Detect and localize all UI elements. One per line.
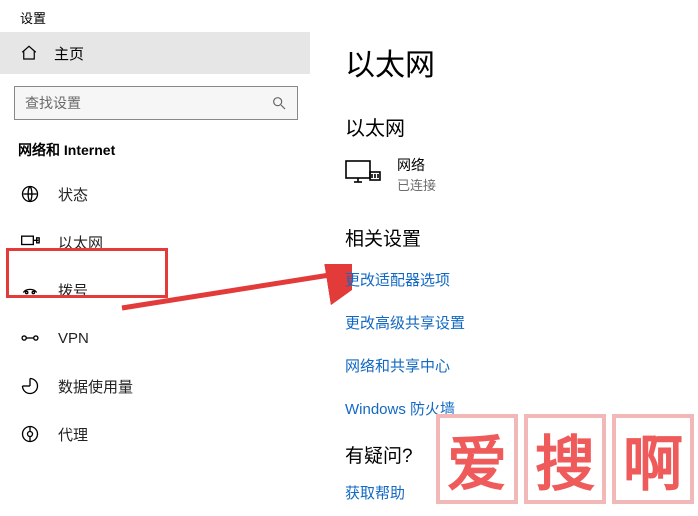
network-item[interactable]: 网络 已连接: [345, 155, 698, 194]
network-text: 网络 已连接: [397, 155, 436, 194]
page-title: 以太网: [345, 40, 698, 84]
question-heading: 有疑问?: [345, 441, 698, 468]
proxy-icon: [20, 424, 40, 444]
link-network-sharing-center[interactable]: 网络和共享中心: [345, 355, 698, 376]
search-icon: [271, 95, 287, 111]
network-name: 网络: [397, 155, 436, 175]
sidebar-item-dialup[interactable]: 拨号: [0, 266, 310, 314]
ethernet-subheading: 以太网: [345, 112, 698, 141]
link-windows-firewall[interactable]: Windows 防火墙: [345, 398, 698, 419]
sidebar-item-label: 拨号: [58, 280, 88, 301]
sidebar-item-label: 代理: [58, 424, 88, 445]
sidebar-item-status[interactable]: 状态: [0, 170, 310, 218]
sidebar-item-datausage[interactable]: 数据使用量: [0, 362, 310, 410]
main-panel: 以太网 以太网 网络 已连接 相关设置 更改适配器选项 更改高级共享设置 网络和…: [345, 40, 698, 516]
sidebar: 主页 查找设置 网络和 Internet 状态 以太网: [0, 32, 310, 516]
window-title: 设置: [20, 8, 46, 27]
nav-list: 状态 以太网 拨号 VPN: [0, 170, 310, 458]
data-usage-icon: [20, 376, 40, 396]
link-get-help[interactable]: 获取帮助: [345, 482, 698, 503]
sidebar-item-proxy[interactable]: 代理: [0, 410, 310, 458]
link-change-advanced-sharing[interactable]: 更改高级共享设置: [345, 312, 698, 333]
sidebar-item-label: 数据使用量: [58, 376, 133, 397]
sidebar-item-ethernet[interactable]: 以太网: [0, 218, 310, 266]
monitor-network-icon: [345, 160, 381, 190]
sidebar-item-label: 以太网: [58, 232, 103, 253]
ethernet-icon: [20, 232, 40, 252]
dialup-icon: [20, 280, 40, 300]
vpn-icon: [20, 328, 40, 348]
network-status: 已连接: [397, 175, 436, 194]
home-icon: [20, 44, 38, 62]
link-change-adapter-options[interactable]: 更改适配器选项: [345, 269, 698, 290]
sidebar-section-label: 网络和 Internet: [0, 134, 310, 170]
search-placeholder: 查找设置: [25, 93, 81, 113]
related-settings-heading: 相关设置: [345, 224, 698, 251]
sidebar-home-label: 主页: [54, 43, 84, 64]
search-input[interactable]: 查找设置: [14, 86, 298, 120]
sidebar-item-vpn[interactable]: VPN: [0, 314, 310, 362]
sidebar-item-label: VPN: [58, 330, 89, 347]
sidebar-home[interactable]: 主页: [0, 32, 310, 74]
sidebar-item-label: 状态: [58, 184, 88, 205]
status-icon: [20, 184, 40, 204]
